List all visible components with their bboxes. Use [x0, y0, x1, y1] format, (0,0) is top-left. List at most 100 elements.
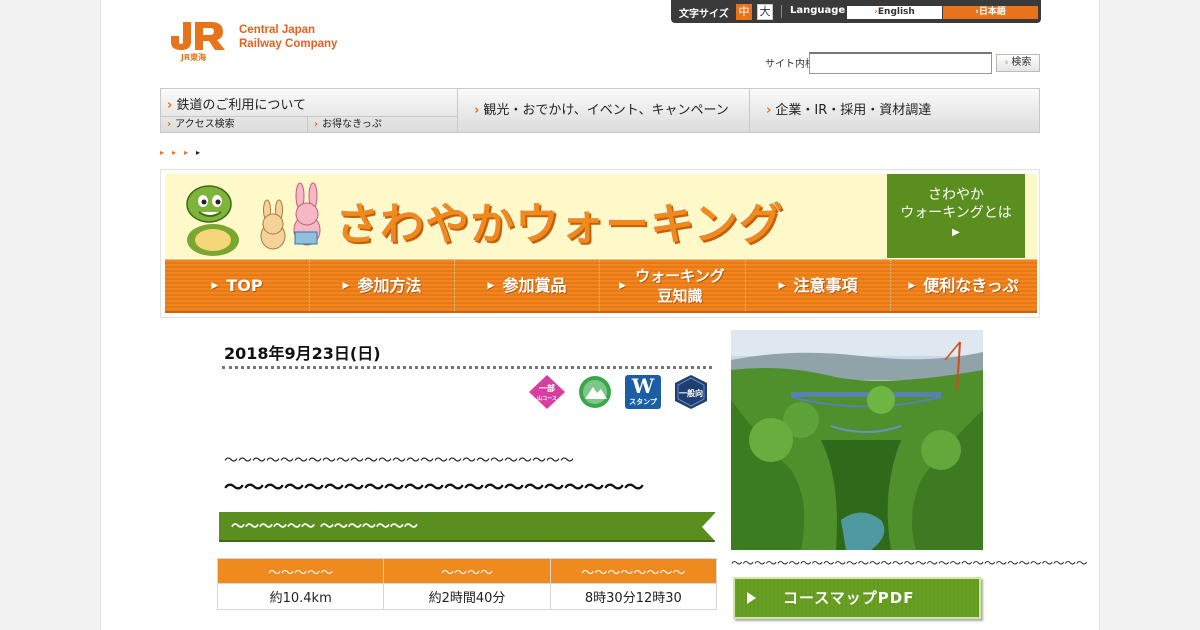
course-info-table: ～～～～～ ～～～～ ～～～～～～～～ 約10.4km 約2時間40分 8時30…: [216, 558, 718, 610]
event-date: 2018年9月23日(日): [224, 344, 381, 363]
dotted-divider: [222, 366, 712, 369]
walking-nav-notes-label: 注意事項: [793, 275, 858, 295]
table-row: 約10.4km 約2時間40分 8時30分12時30: [216, 583, 718, 610]
w-stamp-badge-letter: W: [631, 374, 655, 398]
breadcrumb: ▸▸▸▸: [160, 148, 208, 157]
jr-logo-icon: JR東海: [171, 22, 225, 62]
gnav-tourism-label: 観光・おでかけ、イベント、キャンペーン: [483, 103, 729, 118]
breadcrumb-arrow-icon[interactable]: ▸: [172, 148, 184, 157]
time-header: ～～～～: [383, 558, 551, 584]
walking-nav-tips[interactable]: ▶ ウォーキング豆知識: [600, 260, 746, 311]
triangle-right-icon: ▶: [619, 280, 626, 291]
language-label: Language: [790, 5, 846, 16]
time-value: 約2時間40分: [383, 583, 551, 610]
walking-nav-prizes-label: 参加賞品: [502, 275, 567, 295]
course-badges: 一部 山コース W スタンプ 一般向: [529, 375, 715, 411]
about-walking-button[interactable]: さわやか ウォーキングとは ▶: [887, 174, 1025, 258]
chevron-right-icon: ›: [167, 98, 173, 113]
walking-nav-tickets[interactable]: ▶ 便利なきっぷ: [891, 260, 1036, 311]
table-header-row: ～～～～～ ～～～～ ～～～～～～～～: [216, 558, 718, 584]
font-size-label: 文字サイズ: [679, 9, 729, 20]
language-japanese-button[interactable]: ›日本語: [943, 6, 1038, 19]
chevron-right-icon: ›: [474, 103, 480, 118]
gnav-access-search[interactable]: › アクセス検索: [161, 116, 308, 132]
general-audience-badge-text: 一般向: [679, 388, 703, 398]
company-line-2: Railway Company: [239, 38, 338, 50]
partial-course-badge-text: 一部: [539, 383, 555, 393]
company-line-1: Central Japan: [239, 24, 316, 36]
search-button-label: 検索: [1011, 57, 1032, 68]
walking-nav-tips-label: ウォーキング豆知識: [635, 266, 725, 305]
gnav-access-search-label: アクセス検索: [175, 119, 235, 130]
page-container: JR東海 Central Japan Railway Company 文字サイズ…: [100, 0, 1100, 630]
triangle-right-icon: [747, 592, 756, 604]
font-size-medium-button[interactable]: 中: [736, 4, 752, 20]
search-button[interactable]: › 検索: [996, 54, 1040, 72]
chevron-right-icon: ›: [766, 103, 772, 118]
about-line-1: さわやか: [928, 187, 984, 203]
start-time-value: 8時30分12時30: [549, 583, 718, 610]
font-size-large-button[interactable]: 大: [757, 4, 773, 20]
triangle-right-icon: ▶: [342, 280, 350, 291]
walking-nav-top[interactable]: ▶ TOP: [165, 260, 310, 311]
utility-bar: 文字サイズ 中 大 Language ›English ›日本語: [671, 0, 1041, 23]
triangle-right-icon: ▶: [908, 280, 916, 291]
language-japanese-label: 日本語: [978, 7, 1006, 17]
triangle-right-icon: ▶: [487, 280, 495, 291]
breadcrumb-arrow-icon[interactable]: ▸: [160, 148, 172, 157]
jr-central-logo[interactable]: JR東海 Central Japan Railway Company: [167, 18, 367, 64]
gorge-bridge-photo: [731, 330, 983, 550]
walking-nav-how-to-join-label: 参加方法: [357, 275, 422, 295]
walking-nav-tickets-label: 便利なきっぷ: [923, 275, 1019, 295]
start-time-header: ～～～～～～～～: [549, 558, 718, 584]
course-section-label: ～～～～～～ ～～～～～～～: [231, 519, 418, 535]
photo-caption: ～～～～～～～～～～～～～～～～～～～～～～～～～～～～～～～: [731, 556, 1088, 570]
company-name: Central Japan Railway Company: [239, 23, 337, 51]
logo-text: JR東海: [180, 52, 206, 62]
breadcrumb-arrow-icon[interactable]: ▸: [184, 148, 196, 157]
distance-value: 約10.4km: [216, 583, 385, 610]
triangle-right-icon: ▶: [778, 280, 786, 291]
gnav-railway-label: 鉄道のご利用について: [176, 98, 306, 113]
triangle-right-icon: ▶: [211, 280, 219, 291]
about-line-2: ウォーキングとは: [900, 205, 1012, 221]
banner-header: さわやかウォーキング さわやか ウォーキングとは ▶: [165, 174, 1037, 258]
gnav-tourism[interactable]: › 観光・おでかけ、イベント、キャンペーン: [458, 89, 750, 132]
general-audience-badge-icon: 一般向: [675, 375, 707, 409]
chevron-right-icon: ›: [314, 119, 319, 130]
walking-nav-notes[interactable]: ▶ 注意事項: [746, 260, 891, 311]
banner-title: さわやかウォーキング: [335, 199, 784, 250]
breadcrumb-current-icon: ▸: [196, 148, 209, 157]
gnav-railway: › 鉄道のご利用について › アクセス検索 › お得なきっぷ: [161, 89, 458, 132]
event-subtitle: ～～～～～～～～～～～～～～～～～～～～～～～～～: [224, 453, 574, 469]
event-title: ～～～～～～～～～～～～～～～～～～～～～: [224, 475, 644, 499]
ribbon-notch: [702, 512, 716, 542]
walking-nav-how-to-join[interactable]: ▶ 参加方法: [310, 260, 455, 311]
mascot-illustration: [186, 182, 321, 256]
gnav-discount-tickets-label: お得なきっぷ: [322, 119, 382, 130]
walking-nav-prizes[interactable]: ▶ 参加賞品: [455, 260, 600, 311]
partial-course-badge-icon: 一部 山コース: [529, 375, 565, 409]
utility-divider: [781, 5, 782, 18]
global-nav: › 鉄道のご利用について › アクセス検索 › お得なきっぷ › 観光・おでかけ、イベン…: [160, 88, 1040, 133]
search-arrow-icon: ›: [1004, 58, 1009, 68]
gnav-railway-link[interactable]: › 鉄道のご利用について: [167, 94, 306, 113]
language-english-label: English: [877, 7, 915, 17]
chevron-right-icon: ›: [167, 119, 172, 130]
triangle-right-icon: ▶: [952, 227, 960, 238]
gnav-corporate[interactable]: › 企業・IR・採用・資材調達: [750, 89, 1040, 132]
w-stamp-badge-sub: スタンプ: [629, 398, 657, 406]
distance-header: ～～～～～: [216, 558, 385, 584]
course-section-header: ～～～～～～ ～～～～～～～: [219, 512, 716, 542]
walking-banner: さわやかウォーキング さわやか ウォーキングとは ▶ ▶ TOP ▶ 参加方法 ▶ 参…: [160, 169, 1040, 318]
w-stamp-badge: W スタンプ: [625, 375, 661, 409]
search-input[interactable]: [809, 52, 992, 74]
gnav-corporate-label: 企業・IR・採用・資材調達: [775, 103, 932, 118]
partial-course-badge-sub: 山コース: [537, 395, 557, 402]
walking-nav-top-label: TOP: [226, 275, 263, 295]
language-english-button[interactable]: ›English: [847, 6, 942, 19]
gnav-discount-tickets[interactable]: › お得なきっぷ: [308, 116, 458, 132]
mountain-badge-icon: [579, 376, 611, 408]
walking-nav: ▶ TOP ▶ 参加方法 ▶ 参加賞品 ▶ ウォーキング豆知識 ▶ 注意事項 ▶ 便利なきっ…: [165, 259, 1037, 313]
course-map-pdf-button[interactable]: コースマップPDF: [733, 577, 981, 619]
